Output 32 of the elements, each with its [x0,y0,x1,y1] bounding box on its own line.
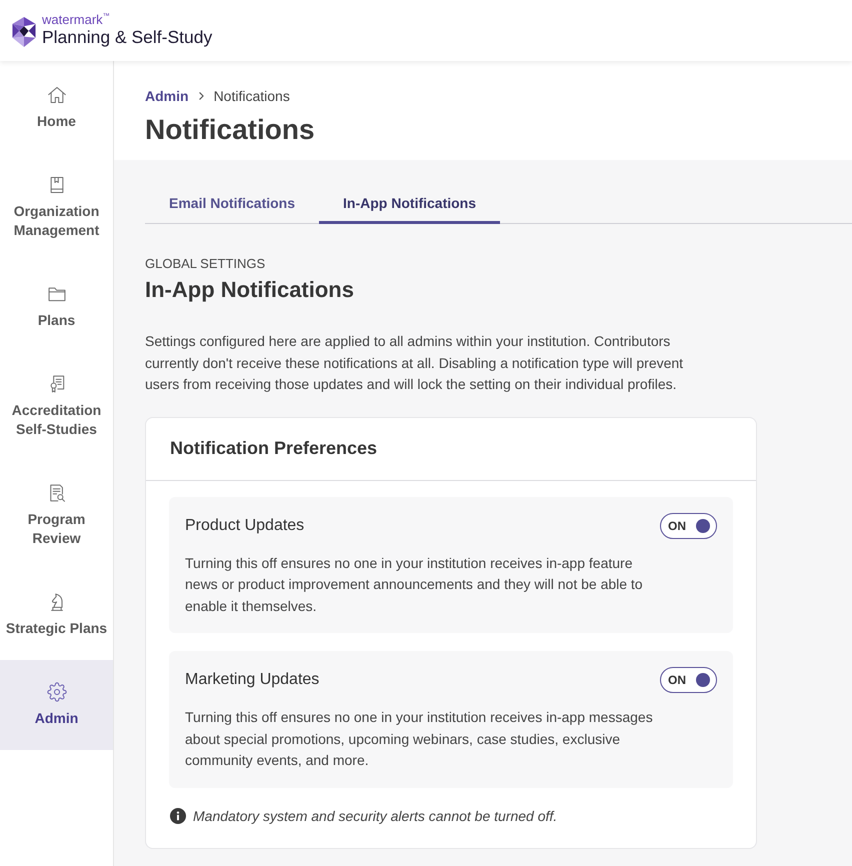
card-title: Notification Preferences [170,438,378,459]
chevron-icon [198,92,204,100]
preference-title: Marketing Updates [185,671,320,689]
sidebar-item[interactable]: Admin [0,660,113,750]
info-icon [170,808,186,824]
preference-description: Turning this off ensures no one in your institution receives in-app feature news or product improvement announcements and they will not be able to enable it themselves. [185,554,644,616]
home-icon [46,85,66,105]
sidebar-item[interactable]: Strategic Plans [0,570,113,660]
product-name: Planning & Self-Study [42,27,212,48]
sidebar-item[interactable]: Home [0,63,113,153]
sidebar-item[interactable]: Accreditation Self-Studies [0,352,113,461]
breadcrumb-current: Notifications [214,87,290,106]
tab[interactable]: In-App Notifications [319,182,500,224]
preference-title: Product Updates [185,516,304,534]
settings-icon [46,682,66,702]
section-overline: GLOBAL SETTINGS [145,256,266,272]
breadcrumb-link[interactable]: Admin [145,85,189,107]
sidebar-item[interactable]: Organization Management [0,153,113,262]
toggle-switch[interactable]: ON [660,667,717,693]
toggle-knob-icon [696,673,710,687]
sidebar-item[interactable]: Program Review [0,461,113,570]
toggle-knob-icon [696,518,710,532]
section-description: Settings configured here are applied to all admins within your institution. Contributors currently don't receive these notifications at all. Disabling a notification type will prevent users from receiving those updates and will lock the setting on their individual profiles. [145,332,684,394]
page-title: Notifications [145,113,316,147]
preference-description: Turning this off ensures no one in your institution receives in-app messages about special promotions, upcoming webinars, case studies, exclusive community events, and more. [185,708,654,770]
brand-name: watermark$^{™}$ [42,13,111,27]
sidebar-item[interactable]: Plans [0,262,113,352]
section-title: In-App Notifications [145,276,355,304]
tab[interactable]: Email Notifications [145,182,320,224]
info-note: Mandatory system and security alerts cannot be turned off. [193,806,558,826]
toggle-switch[interactable]: ON [660,512,717,538]
logo-icon [12,16,36,46]
